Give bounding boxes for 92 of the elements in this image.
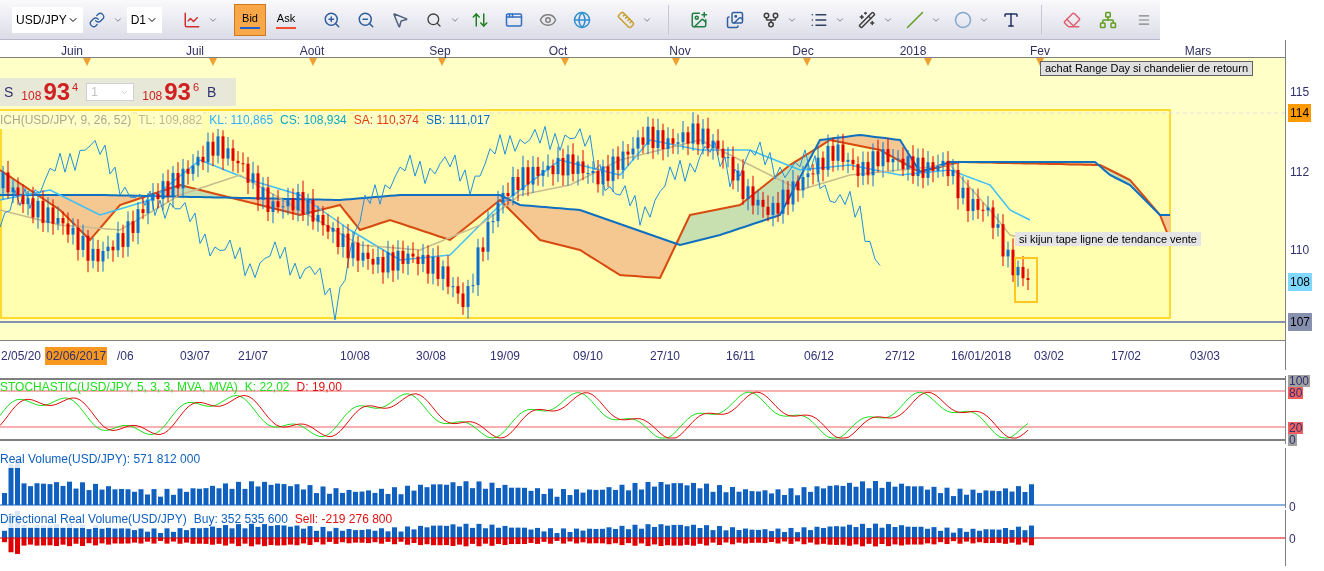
date-label: 09/10 — [572, 348, 605, 365]
date-label: 03/03 — [1189, 348, 1222, 365]
indicator-name: Directional Real Volume(USD/JPY) — [0, 510, 187, 528]
buy-label: B — [207, 82, 217, 102]
globe-icon — [573, 10, 592, 29]
price-label: 107 — [1288, 313, 1313, 331]
date-label: 2/05/20 — [0, 348, 43, 365]
buy-price-pips: 93 — [164, 79, 191, 105]
indicator-name: STOCHASTIC(USD/JPY, 5, 3, 3, MVA, MVA) — [0, 379, 238, 396]
month-label: Nov — [669, 43, 691, 60]
buy-price-fraction: 6 — [192, 80, 200, 95]
indicator-value: SB: 111,017 — [425, 111, 491, 129]
level-label: 80 — [1288, 387, 1304, 399]
price-mode-button[interactable]: Bid — [234, 3, 267, 36]
date-label: 16/11 — [725, 348, 757, 365]
event-marker-icon — [83, 58, 91, 66]
date-label: 21/07 — [237, 348, 270, 365]
zoom-in-icon — [323, 10, 342, 29]
hierarchy-icon — [1099, 10, 1118, 29]
date-label: 30/08 — [415, 348, 448, 365]
indicator-value: TL: 109,882 — [138, 111, 203, 129]
sell-price-pips: 93 — [43, 79, 71, 105]
date-label: 02/06/2017 — [45, 347, 108, 365]
date-label: 06/12 — [803, 348, 836, 365]
price-label: 114 — [1288, 104, 1312, 122]
buy-price-big: 108 — [142, 88, 163, 105]
indicator-value: D: 19,00 — [296, 379, 342, 396]
level-label: 0 — [1288, 434, 1297, 446]
date-label: 10/08 — [339, 348, 372, 365]
event-marker-icon — [561, 58, 569, 66]
level-label: 20 — [1288, 422, 1304, 434]
date-label: 27/10 — [649, 348, 682, 365]
symbol-select[interactable]: USD/JPY — [12, 6, 83, 33]
date-label: /06 — [116, 348, 135, 365]
ruler-icon — [617, 10, 636, 29]
price-label: 108 — [1288, 273, 1313, 291]
month-label: 2018 — [899, 43, 927, 60]
pointer-icon — [391, 10, 410, 29]
line-chart-icon — [183, 10, 202, 29]
sell-price-big: 108 — [21, 88, 42, 105]
images-icon — [726, 10, 745, 29]
event-marker-icon — [309, 58, 317, 66]
event-marker-icon — [438, 58, 446, 66]
indicator-value: KL: 110,865 — [209, 111, 274, 129]
window-icon — [505, 10, 524, 29]
chart-note: si kijun tape ligne de tendance vente — [1015, 232, 1201, 246]
month-label: Juin — [61, 43, 83, 60]
month-label: Sep — [429, 43, 451, 60]
month-label: Août — [299, 43, 325, 60]
month-label: Mars — [1184, 43, 1212, 60]
menu-icon — [1137, 12, 1152, 27]
date-label: 27/12 — [884, 348, 917, 365]
timeframe-select[interactable]: D1 — [126, 6, 163, 33]
price-mode-button[interactable]: Ask — [270, 3, 303, 36]
date-label: 03/02 — [1033, 348, 1066, 365]
indicator-value: K: 22,02 — [244, 379, 290, 396]
month-label: Juil — [186, 43, 204, 60]
zoom-out-icon — [357, 10, 376, 29]
indicator-value: CS: 108,934 — [280, 111, 347, 129]
level-label: 100 — [1288, 375, 1311, 387]
event-marker-icon — [209, 58, 217, 66]
date-label: 19/09 — [489, 348, 522, 365]
month-label: Oct — [548, 43, 568, 60]
fork-icon — [762, 10, 781, 29]
indicator-value: Sell: -219 276 800 — [294, 511, 393, 528]
price-label: 110 — [1289, 242, 1311, 259]
date-label: 17/02 — [1110, 348, 1143, 365]
month-label: Dec — [792, 43, 814, 60]
text-icon — [1002, 10, 1021, 29]
price-label: 115 — [1289, 84, 1311, 101]
event-marker-icon — [924, 58, 932, 66]
sell-label: S — [4, 82, 14, 102]
level-label: 0 — [1289, 531, 1296, 548]
month-label: Fev — [1030, 43, 1050, 60]
link-icon — [88, 11, 105, 28]
search-icon — [426, 11, 443, 28]
date-label: 03/07 — [179, 348, 212, 365]
sell-price-fraction: 4 — [72, 80, 79, 95]
indicator-value: SA: 110,374 — [353, 111, 419, 129]
ellipse-icon — [954, 10, 973, 29]
eraser-icon — [1063, 10, 1082, 29]
indicator-value: Buy: 352 535 600 — [193, 511, 288, 528]
price-label: 112 — [1289, 164, 1311, 181]
date-label: 16/01/2018 — [950, 348, 1013, 365]
indicator-name: ICH(USD/JPY, 9, 26, 52) — [0, 111, 132, 129]
chart-note: achat Range Day si chandelier de retourn — [1040, 61, 1253, 76]
event-marker-icon — [803, 58, 811, 66]
event-marker-icon — [672, 58, 680, 66]
image-add-icon — [690, 10, 709, 29]
vertical-arrows-icon — [471, 10, 490, 29]
level-label: 0 — [1289, 499, 1296, 516]
line-icon — [906, 10, 925, 29]
